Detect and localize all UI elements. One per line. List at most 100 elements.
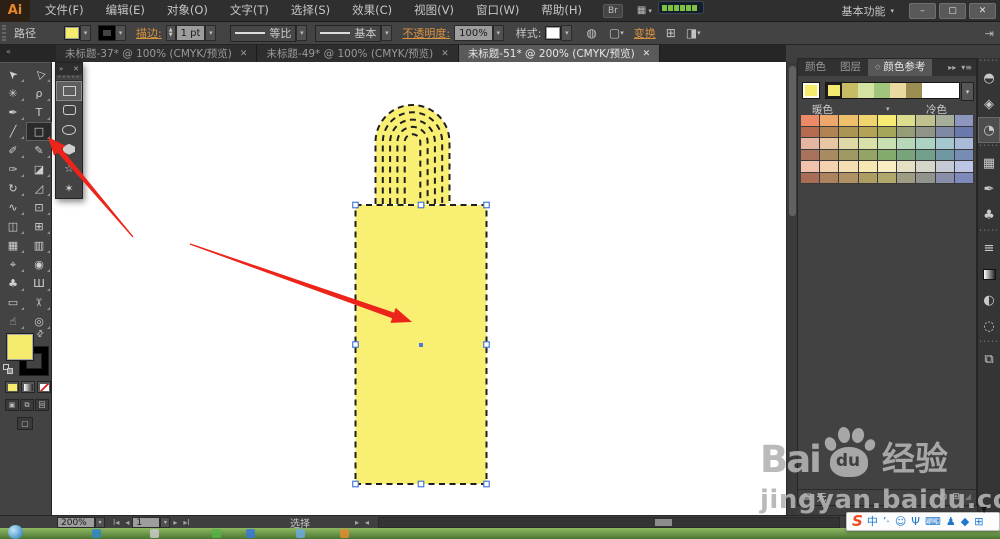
color-variation-swatch[interactable] — [916, 149, 936, 161]
color-variation-swatch[interactable] — [916, 138, 936, 150]
workspace-switcher[interactable]: 基本功能 ▾ — [841, 3, 894, 19]
color-variation-swatch[interactable] — [801, 138, 821, 150]
taskbar-app-icon[interactable] — [296, 529, 305, 538]
tab-close-icon[interactable]: ✕ — [441, 49, 449, 59]
rectangle-tool[interactable]: □ — [26, 122, 52, 141]
color-variation-swatch[interactable] — [820, 161, 840, 173]
stroke-color-swatch[interactable] — [99, 26, 115, 40]
line-segment-tool[interactable]: ╱ — [0, 122, 26, 141]
color-variation-swatch[interactable] — [877, 115, 898, 127]
artboards-panel-icon[interactable]: ⧉ — [978, 346, 1000, 372]
ime-account-icon[interactable]: ♟ — [946, 513, 956, 530]
ime-skin-icon[interactable]: ◆ — [961, 513, 969, 530]
width-profile-select[interactable]: 等比 — [230, 24, 297, 42]
draw-behind-button[interactable]: ⧉ — [20, 399, 34, 411]
default-fill-stroke-icon[interactable] — [3, 364, 13, 374]
paintbrush-tool[interactable]: ✐ — [0, 141, 26, 160]
color-variation-swatch[interactable] — [897, 126, 917, 138]
blend-tool[interactable]: ◉ — [26, 255, 52, 274]
status-expand-icon[interactable]: ▸ — [352, 518, 362, 527]
horizontal-scrollbar[interactable] — [378, 517, 840, 528]
stroke-panel-icon[interactable]: ≡ — [978, 235, 1000, 261]
horizontal-scrollbar-thumb[interactable] — [655, 519, 672, 526]
color-variation-swatch[interactable] — [916, 172, 936, 184]
taskbar-app-icon[interactable] — [150, 529, 159, 538]
color-variation-swatch[interactable] — [820, 172, 840, 184]
direct-selection-tool[interactable]: ▷ — [26, 65, 52, 84]
menu-item[interactable]: 窗口(W) — [465, 0, 530, 21]
zoom-dropdown[interactable]: ▾ — [95, 517, 105, 528]
artboard-tool[interactable]: ▭ — [0, 293, 26, 312]
last-artboard-button[interactable]: ▸Ι — [180, 518, 192, 527]
symbols-panel-icon[interactable]: ♣ — [978, 202, 1000, 228]
harmony-color-swatch[interactable] — [890, 83, 906, 98]
base-color-swatch[interactable] — [802, 82, 820, 99]
panel-expand-icon[interactable]: ▸▸ — [948, 63, 956, 72]
color-variation-swatch[interactable] — [877, 161, 898, 173]
brush-definition-select[interactable]: 基本 — [315, 24, 382, 42]
ime-keyboard-icon[interactable]: ⌨ — [925, 513, 941, 530]
color-variation-swatch[interactable] — [935, 161, 955, 173]
draw-inside-button[interactable]: 回 — [35, 399, 49, 411]
color-variation-swatch[interactable] — [858, 126, 878, 138]
artboard-dropdown[interactable]: ▾ — [160, 517, 171, 528]
zoom-level-input[interactable]: 200% — [57, 517, 95, 528]
stroke-width-input[interactable]: 1 pt — [175, 25, 206, 41]
color-variation-swatch[interactable] — [916, 126, 936, 138]
pen-tool[interactable]: ✒ — [0, 103, 26, 122]
flare-tool[interactable]: ✶ — [56, 179, 82, 199]
color-variation-swatch[interactable] — [801, 126, 821, 138]
collapse-control-panel-icon[interactable]: ⇥ — [985, 27, 994, 40]
lasso-tool[interactable]: ρ — [26, 84, 52, 103]
pencil-tool[interactable]: ✎ — [26, 141, 52, 160]
color-variation-swatch[interactable] — [877, 126, 898, 138]
rectangle-tool[interactable] — [56, 81, 82, 101]
color-variation-swatch[interactable] — [954, 149, 974, 161]
harmony-color-swatch[interactable] — [842, 83, 858, 98]
scroll-left-button[interactable]: ◂ — [362, 518, 372, 527]
vertical-scrollbar-thumb[interactable] — [789, 66, 796, 216]
selection-tool[interactable]: ➤ — [0, 65, 26, 84]
menu-item[interactable]: 效果(C) — [341, 0, 403, 21]
style-dropdown[interactable]: ▾ — [561, 25, 573, 41]
fill-dropdown-button[interactable]: ▾ — [80, 25, 91, 41]
color-variation-swatch[interactable] — [801, 161, 821, 173]
none-mode-button[interactable] — [37, 381, 51, 393]
transform-link[interactable]: 变换 — [634, 25, 656, 41]
menu-item[interactable]: 帮助(H) — [530, 0, 593, 21]
slice-tool[interactable]: ✂ — [26, 293, 52, 312]
collapse-tools-icon[interactable]: « — [2, 47, 15, 57]
color-variation-swatch[interactable] — [935, 172, 955, 184]
color-variation-swatch[interactable] — [877, 138, 898, 150]
color-variation-swatch[interactable] — [897, 115, 917, 127]
taskbar-app-icon[interactable] — [340, 529, 349, 538]
brush-definition-dropdown[interactable]: ▾ — [381, 25, 393, 41]
swatches-panel-icon[interactable]: ▦ — [978, 150, 1000, 176]
color-variation-swatch[interactable] — [935, 149, 955, 161]
eraser-tool[interactable]: ◪ — [26, 160, 52, 179]
type-tool[interactable]: T — [26, 103, 52, 122]
tab-color-guide[interactable]: ◇ 颜色参考 — [868, 59, 933, 76]
color-variation-swatch[interactable] — [858, 138, 878, 150]
color-panel-icon[interactable]: ◓ — [978, 65, 1000, 91]
color-variation-swatch[interactable] — [877, 172, 898, 184]
restore-button[interactable]: ▢ — [939, 2, 966, 19]
gradient-mode-button[interactable] — [21, 381, 35, 393]
hand-tool[interactable]: ☝ — [0, 312, 26, 331]
document-tab[interactable]: 未标题-51* @ 200% (CMYK/预览) ✕ — [458, 45, 661, 62]
limit-colors-icon[interactable]: ▤ — [803, 492, 812, 502]
appearance-panel-icon[interactable]: ◌ — [978, 313, 1000, 339]
color-variation-swatch[interactable] — [858, 115, 878, 127]
color-guide-panel-icon[interactable]: ◔ — [978, 117, 1000, 143]
rotate-tool[interactable]: ↻ — [0, 179, 26, 198]
vertical-scrollbar[interactable] — [786, 62, 797, 515]
color-variation-swatch[interactable] — [897, 138, 917, 150]
panel-menu-icon[interactable]: ▾≡ — [961, 63, 972, 72]
align-icon[interactable]: ⊞ — [666, 26, 676, 40]
layers-panel-icon[interactable]: ◈ — [978, 91, 1000, 117]
fill-color-swatch[interactable] — [64, 26, 80, 40]
bridge-button[interactable]: Br — [602, 3, 623, 18]
color-variation-swatch[interactable] — [858, 161, 878, 173]
color-variation-swatch[interactable] — [954, 115, 974, 127]
color-variation-swatch[interactable] — [935, 138, 955, 150]
